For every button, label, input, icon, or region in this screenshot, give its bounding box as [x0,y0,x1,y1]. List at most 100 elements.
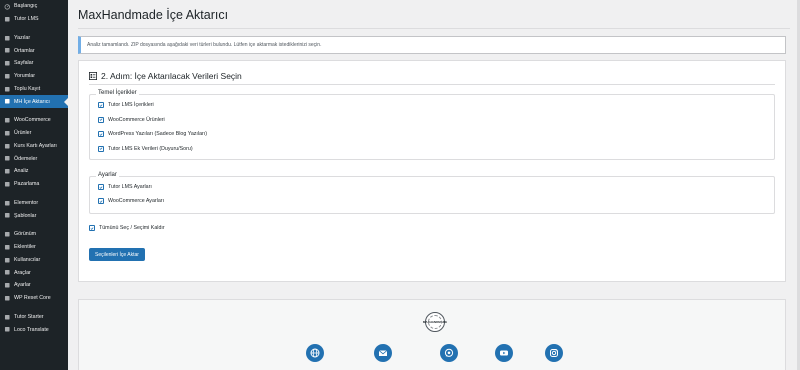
sidebar-item-label: Ürünler [14,130,32,137]
title-divider [78,28,790,29]
sidebar-item-label: Kullanıcılar [14,256,41,263]
import-option-checkbox[interactable]: WordPress Yazıları (Sadece Blog Yazıları… [98,131,207,137]
checkbox-checked-icon[interactable] [98,145,104,152]
user-icon [3,256,11,264]
sidebar-item-reset[interactable]: WP Reset Core [0,292,68,305]
tutor-icon [3,15,11,23]
sidebar-item-tutor[interactable]: Tutor LMS [0,13,68,26]
dollar-icon [3,155,11,163]
website-link[interactable] [306,344,324,362]
main-content: MaxHandmade İçe Aktarıcı Analiz tamamlan… [68,0,800,370]
sidebar-item-pin[interactable]: Yazılar [0,32,68,45]
notice-text: Analiz tamamlandı. ZIP dosyasında aşağıd… [87,42,322,48]
sidebar-item-label: Tutor LMS [14,16,39,23]
settings-legend: Ayarlar [96,172,119,178]
box-icon [3,129,11,137]
checkbox-checked-icon[interactable] [98,131,104,137]
import-option-checkbox[interactable]: Tutor LMS İçerikleri [98,102,154,108]
import-option-checkbox[interactable]: Tutor LMS Ek Verileri (Duyuru/Soru) [98,145,193,152]
sidebar-item-user[interactable]: Kullanıcılar [0,254,68,267]
sidebar-item-chart[interactable]: Analiz [0,165,68,178]
folder-icon [3,212,11,220]
sidebar-item-card[interactable]: Kurs Kartı Ayarları [0,140,68,153]
sidebar-item-label: Elementor [14,199,39,206]
sidebar-item-woo[interactable]: WooCommerce [0,114,68,127]
sidebar-item-megaphone[interactable]: Pazarlama [0,178,68,191]
sidebar-item-label: Ayarlar [14,282,31,289]
checkbox-checked-icon[interactable] [89,225,95,231]
step-card: 2. Adım: İçe Aktarılacak Verileri Seçin … [78,60,786,282]
logo-text: MAXHANDMADE [422,320,448,324]
email-icon [378,350,388,356]
sidebar-item-import[interactable]: MH İçe Aktarıcı [0,95,68,108]
card-divider [89,84,775,85]
sidebar-item-label: MH İçe Aktarıcı [14,98,50,105]
chart-icon [3,167,11,175]
sidebar-item-elementor[interactable]: Elementor [0,197,68,210]
import-option-checkbox[interactable]: WooCommerce Ürünleri [98,116,165,123]
sidebar-item-label: Eklentiler [14,244,36,251]
sidebar-item-translate[interactable]: Loco Translate [0,323,68,336]
import-option-checkbox[interactable]: WooCommerce Ayarları [98,198,164,204]
wrench-icon [3,269,11,277]
plugin-icon [3,243,11,251]
info-notice: Analiz tamamlandı. ZIP dosyasında aşağıd… [78,36,786,54]
sidebar-item-label: Ödemeler [14,155,38,162]
basic-content-fieldset: Temel İçerikler Tutor LMS İçerikleri WooC… [89,90,775,160]
settings-fieldset: Ayarlar Tutor LMS Ayarları WooCommerce Ay… [89,172,775,214]
brand-logo: MAXHANDMADE [422,312,448,332]
sidebar-item-plugin[interactable]: Eklentiler [0,241,68,254]
import-icon [3,98,11,106]
checkbox-checked-icon[interactable] [98,116,104,123]
users-icon [3,85,11,93]
megaphone-icon [3,180,11,188]
page-icon [3,59,11,67]
woo-icon [3,116,11,124]
checkbox-checked-icon[interactable] [98,198,104,204]
checkbox-checked-icon[interactable] [98,184,104,190]
email-link[interactable] [374,344,392,362]
step-title: 2. Adım: İçe Aktarılacak Verileri Seçin [89,71,242,81]
tutor-starter-icon [3,313,11,321]
import-selected-button[interactable]: Seçilenleri İçe Aktar [89,248,145,261]
sidebar-item-label: Toplu Kayıt [14,85,41,92]
sidebar-item-box[interactable]: Ürünler [0,127,68,140]
toggle-all-checkbox[interactable]: Tümünü Seç / Seçimi Kaldır [89,225,165,231]
youtube-link[interactable] [495,344,513,362]
brush-icon [3,230,11,238]
checkbox-checked-icon[interactable] [98,102,104,108]
sidebar-item-page[interactable]: Sayfalar [0,57,68,70]
sidebar-item-comment[interactable]: Yorumlar [0,70,68,83]
sidebar-item-dashboard[interactable]: Başlangıç [0,0,68,13]
instagram-link[interactable] [545,344,563,362]
dashboard-icon [3,2,11,10]
media-icon [3,47,11,55]
import-option-label: WooCommerce Ürünleri [108,116,165,123]
sidebar-item-label: Tutor Starter [14,313,44,320]
footer-panel: MAXHANDMADE [78,299,786,370]
import-option-label: Tutor LMS İçerikleri [108,102,154,108]
sidebar-item-settings[interactable]: Ayarlar [0,279,68,292]
sidebar-item-media[interactable]: Ortamlar [0,44,68,57]
whatsapp-link[interactable] [440,344,458,362]
sidebar-item-label: Şablonlar [14,212,37,219]
card-icon [3,142,11,150]
sidebar-item-wrench[interactable]: Araçlar [0,266,68,279]
sidebar-item-label: Görünüm [14,231,37,238]
instagram-icon [550,349,558,357]
sidebar-item-folder[interactable]: Şablonlar [0,209,68,222]
sidebar-item-brush[interactable]: Görünüm [0,228,68,241]
sidebar-item-tutor-starter[interactable]: Tutor Starter [0,311,68,324]
sidebar-item-label: Başlangıç [14,3,38,10]
sidebar-item-label: WooCommerce [14,117,51,124]
sidebar-item-label: Yorumlar [14,73,36,80]
pin-icon [3,34,11,42]
settings-icon [3,281,11,289]
sidebar-item-dollar[interactable]: Ödemeler [0,152,68,165]
import-option-checkbox[interactable]: Tutor LMS Ayarları [98,184,152,190]
youtube-icon [500,350,508,356]
sidebar-item-users[interactable]: Toplu Kayıt [0,83,68,96]
globe-icon [310,348,320,358]
whatsapp-icon [444,348,454,357]
sidebar-item-label: Ortamlar [14,47,35,54]
